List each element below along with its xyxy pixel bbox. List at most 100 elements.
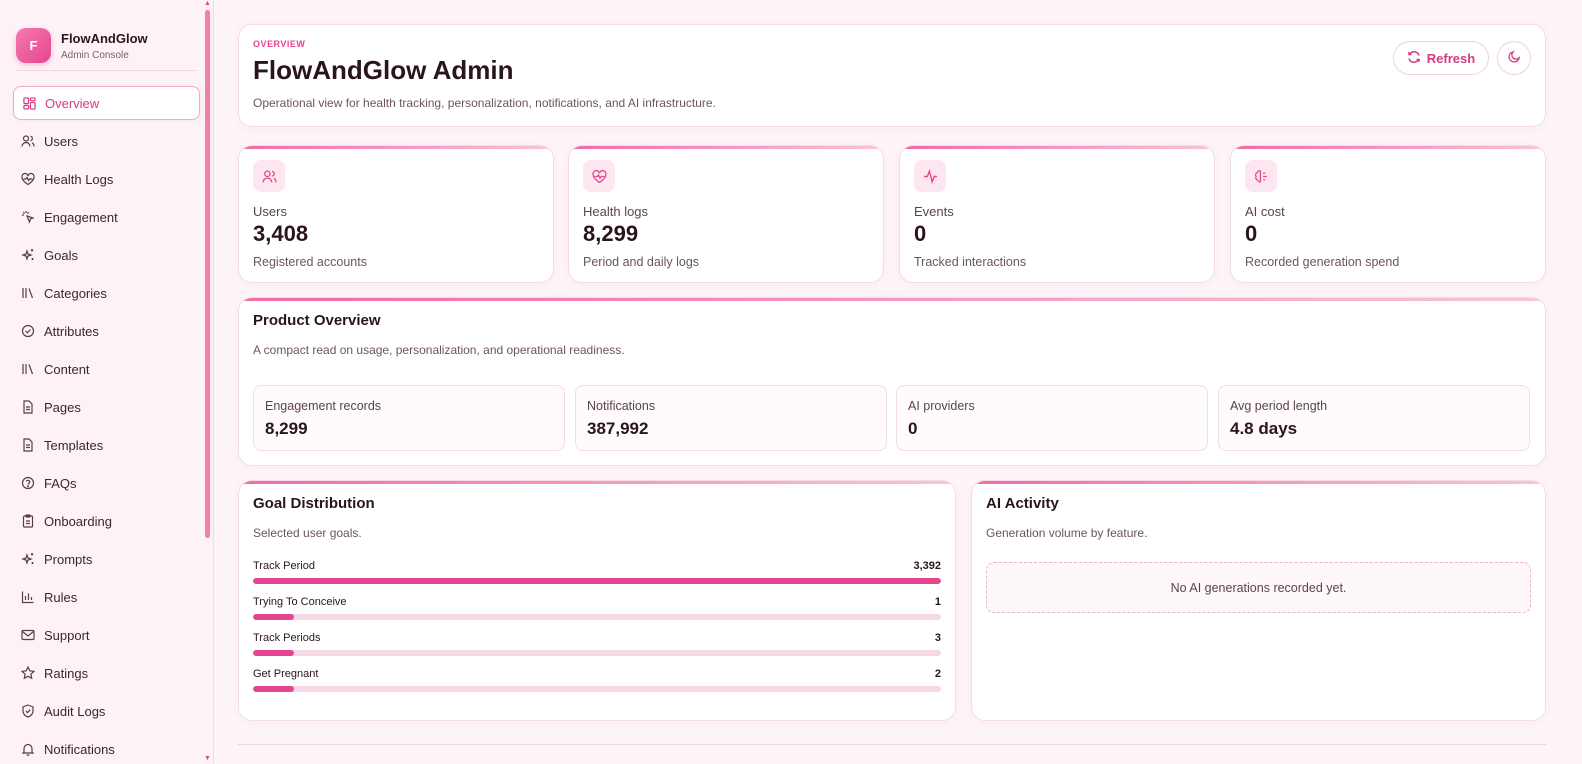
document-icon <box>21 400 35 414</box>
stat-caption: Tracked interactions <box>914 255 1027 269</box>
star-icon <box>21 666 35 680</box>
sidebar-item-label: Support <box>44 627 90 643</box>
theme-toggle-button[interactable] <box>1497 41 1531 75</box>
sidebar-scroll-thumb[interactable] <box>205 10 210 538</box>
metric-ai-providers: AI providers 0 <box>896 385 1208 451</box>
sidebar-item-label: Overview <box>45 95 100 111</box>
stat-card-events: Events 0 Tracked interactions <box>899 145 1215 283</box>
sidebar-item-faqs[interactable]: FAQs <box>13 466 200 500</box>
brand-logo: F <box>16 28 51 63</box>
sidebar-item-label: FAQs <box>44 475 77 491</box>
metric-label: Avg period length <box>1230 399 1328 413</box>
sidebar: F FlowAndGlow Admin Console Overview Use… <box>0 0 214 764</box>
refresh-icon <box>1407 50 1421 67</box>
goal-bar-track <box>253 650 941 656</box>
sidebar-item-attributes[interactable]: Attributes <box>13 314 200 348</box>
goal-count: 3,392 <box>913 560 941 572</box>
scroll-down-arrow-icon[interactable]: ▼ <box>204 755 211 762</box>
sparkles-icon <box>21 248 35 262</box>
sidebar-item-prompts[interactable]: Prompts <box>13 542 200 576</box>
metric-engagement-records: Engagement records 8,299 <box>253 385 565 451</box>
stat-caption: Period and daily logs <box>583 255 700 269</box>
stat-value: 8,299 <box>583 221 639 246</box>
heart-pulse-icon <box>583 160 615 192</box>
sidebar-item-engagement[interactable]: Engagement <box>13 200 200 234</box>
stat-card-health-logs: Health logs 8,299 Period and daily logs <box>568 145 884 283</box>
users-icon <box>253 160 285 192</box>
sidebar-item-content[interactable]: Content <box>13 352 200 386</box>
help-circle-icon <box>21 476 35 490</box>
goal-count: 3 <box>934 632 941 644</box>
sidebar-item-pages[interactable]: Pages <box>13 390 200 424</box>
stat-label: Users <box>253 204 287 219</box>
sidebar-item-label: Pages <box>44 399 81 415</box>
metric-avg-period-length: Avg period length 4.8 days <box>1218 385 1530 451</box>
goal-label: Track Periods <box>253 632 321 644</box>
sidebar-item-rules[interactable]: Rules <box>13 580 200 614</box>
product-overview-card: Product Overview A compact read on usage… <box>238 297 1546 466</box>
goal-list: Track Period 3,392 Trying To Conceive 1 Tr… <box>253 560 941 692</box>
scroll-up-arrow-icon[interactable]: ▲ <box>204 0 211 7</box>
stat-label: Events <box>914 204 954 219</box>
goal-bar-fill <box>253 686 295 692</box>
brain-icon <box>1245 160 1277 192</box>
clipboard-icon <box>21 514 35 528</box>
section-title: Goal Distribution <box>253 495 375 512</box>
sidebar-item-label: Rules <box>44 589 78 605</box>
sidebar-item-support[interactable]: Support <box>13 618 200 652</box>
page-eyebrow: OVERVIEW <box>253 39 306 49</box>
refresh-button[interactable]: Refresh <box>1393 41 1489 75</box>
stat-caption: Recorded generation spend <box>1245 255 1400 269</box>
sidebar-scrollbar[interactable]: ▲ ▼ <box>203 0 212 764</box>
goal-count: 2 <box>934 668 941 680</box>
stat-caption: Registered accounts <box>253 255 367 269</box>
metric-label: Engagement records <box>265 399 382 413</box>
bar-chart-icon <box>21 590 35 604</box>
section-description: Selected user goals. <box>253 526 362 540</box>
goal-bar-fill <box>253 650 295 656</box>
page-header: OVERVIEW FlowAndGlow Admin Operational v… <box>238 24 1546 127</box>
sidebar-item-label: Categories <box>44 285 107 301</box>
sidebar-item-label: Onboarding <box>44 513 112 529</box>
metric-value: 4.8 days <box>1230 419 1298 438</box>
sidebar-item-label: Prompts <box>44 551 93 567</box>
sidebar-item-audit-logs[interactable]: Audit Logs <box>13 694 200 728</box>
grid-icon <box>22 96 36 110</box>
mail-icon <box>21 628 35 642</box>
metric-label: AI providers <box>908 399 975 413</box>
users-icon <box>21 134 35 148</box>
sidebar-item-label: Notifications <box>44 741 115 757</box>
library-icon <box>21 362 35 376</box>
page-title: FlowAndGlow Admin <box>253 55 514 85</box>
goal-distribution-card: Goal Distribution Selected user goals. T… <box>238 480 956 721</box>
shield-check-icon <box>21 704 35 718</box>
bell-icon <box>21 742 35 756</box>
heart-pulse-icon <box>21 172 35 186</box>
section-description: Generation volume by feature. <box>986 526 1148 540</box>
sidebar-item-label: Attributes <box>44 323 99 339</box>
goal-bar-fill <box>253 614 295 620</box>
brand[interactable]: F FlowAndGlow Admin Console <box>0 0 213 70</box>
metric-label: Notifications <box>587 399 656 413</box>
sidebar-item-templates[interactable]: Templates <box>13 428 200 462</box>
goal-bar-track <box>253 578 941 584</box>
ai-activity-card: AI Activity Generation volume by feature… <box>971 480 1546 721</box>
sidebar-item-categories[interactable]: Categories <box>13 276 200 310</box>
sidebar-item-ratings[interactable]: Ratings <box>13 656 200 690</box>
sidebar-item-label: Health Logs <box>44 171 114 187</box>
sidebar-item-users[interactable]: Users <box>13 124 200 158</box>
section-divider <box>238 744 1546 745</box>
sidebar-item-goals[interactable]: Goals <box>13 238 200 272</box>
sidebar-item-label: Goals <box>44 247 78 263</box>
overview-metrics: Engagement records 8,299 Notifications 3… <box>253 385 1531 451</box>
metric-value: 8,299 <box>265 419 308 438</box>
sidebar-item-notifications[interactable]: Notifications <box>13 732 200 764</box>
sidebar-item-overview[interactable]: Overview <box>13 86 200 120</box>
sidebar-item-health-logs[interactable]: Health Logs <box>13 162 200 196</box>
library-icon <box>21 286 35 300</box>
activity-icon <box>914 160 946 192</box>
sidebar-item-onboarding[interactable]: Onboarding <box>13 504 200 538</box>
goal-row: Get Pregnant 2 <box>253 668 941 692</box>
sidebar-nav: Overview Users Health Logs Engagement Go… <box>0 71 213 764</box>
sparkles-icon <box>21 552 35 566</box>
